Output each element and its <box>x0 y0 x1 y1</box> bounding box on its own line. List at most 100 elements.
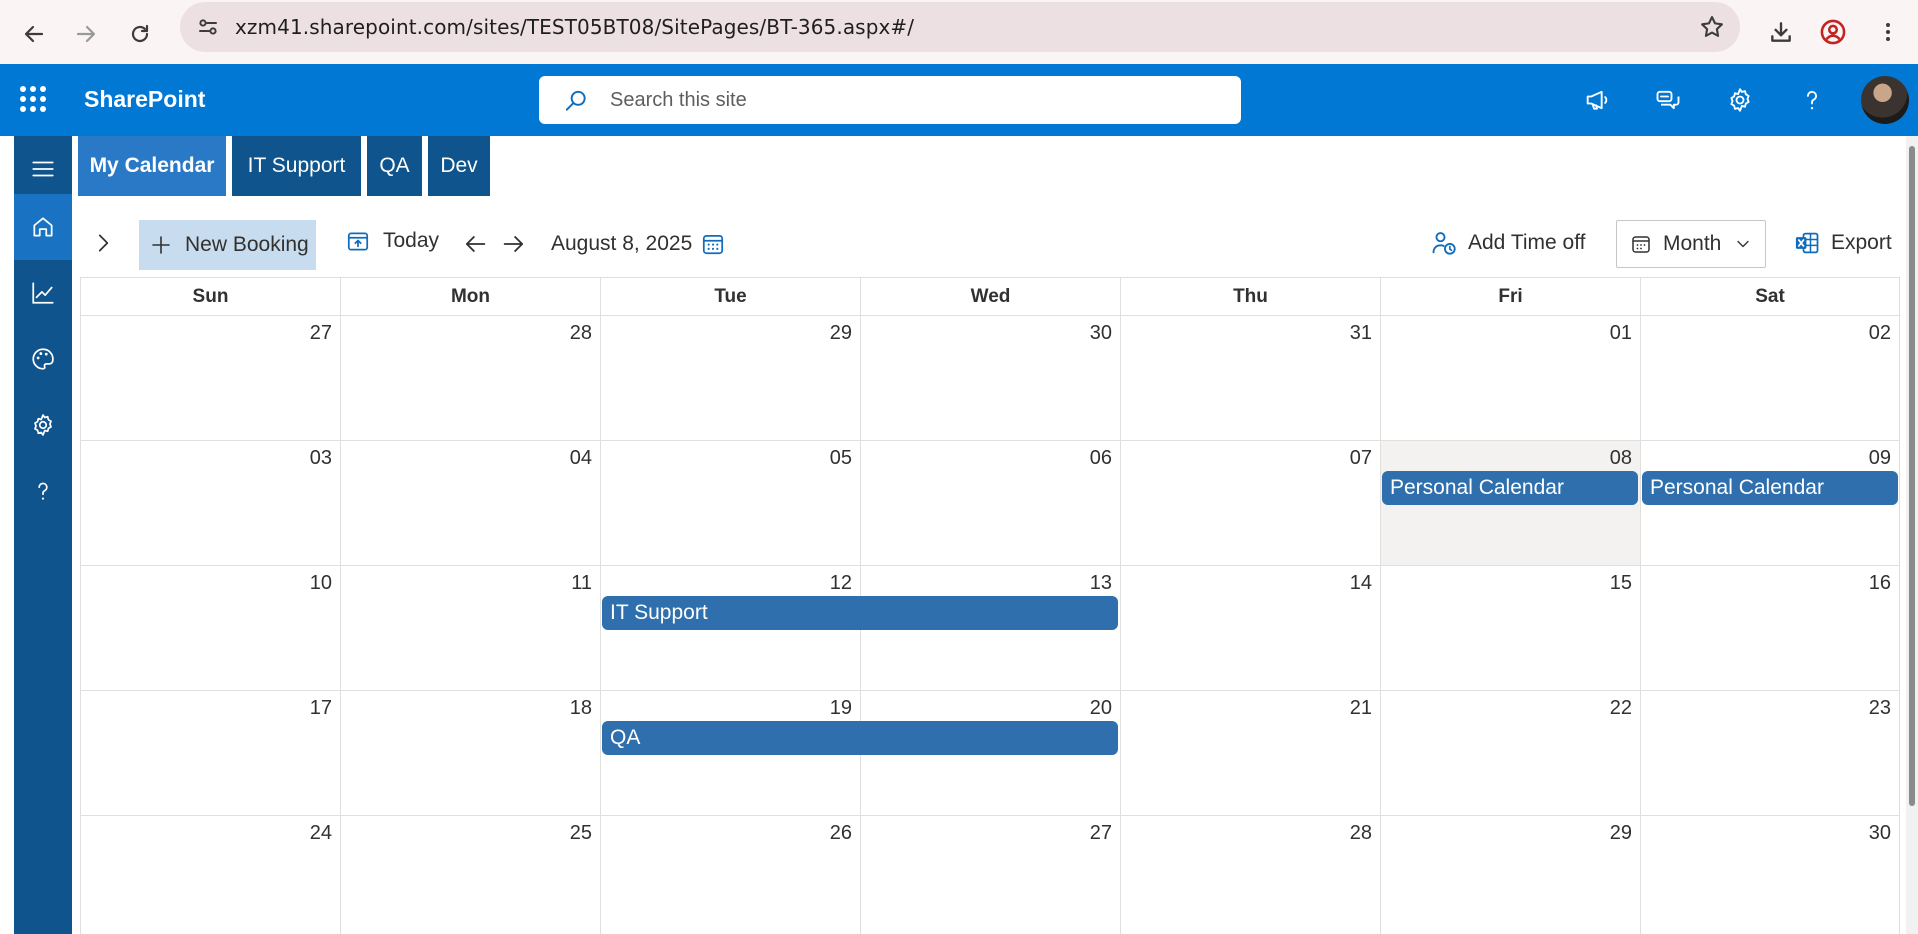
calendar-event[interactable]: IT Support <box>602 596 1118 630</box>
back-button[interactable] <box>12 12 56 56</box>
gear-icon <box>34 414 52 436</box>
day-number: 18 <box>569 697 592 719</box>
day-number: 08 <box>1609 447 1632 469</box>
day-number: 03 <box>309 447 332 469</box>
calendar-event[interactable]: QA <box>602 721 1118 755</box>
day-cell[interactable]: 21 <box>1120 691 1380 816</box>
day-number: 25 <box>569 822 592 844</box>
day-cell[interactable]: 23 <box>1640 691 1900 816</box>
day-cell[interactable]: 22 <box>1380 691 1640 816</box>
hamburger-icon <box>32 161 54 177</box>
day-cell[interactable]: 24 <box>80 816 340 934</box>
rail-item-theme[interactable] <box>14 326 72 392</box>
app-launcher-icon[interactable] <box>20 86 48 114</box>
day-cell[interactable]: 03 <box>80 441 340 566</box>
search-box[interactable]: Search this site <box>539 76 1241 124</box>
new-booking-button[interactable]: New Booking <box>139 220 316 270</box>
weekday-header-fri: Fri <box>1380 277 1640 316</box>
scrollbar-thumb[interactable] <box>1909 146 1915 806</box>
url-text[interactable]: xzm41.sharepoint.com/sites/TEST05BT08/Si… <box>235 15 914 39</box>
rail-item-help[interactable] <box>14 458 72 524</box>
day-cell[interactable]: 04 <box>340 441 600 566</box>
calendar-event[interactable]: Personal Calendar <box>1382 471 1638 505</box>
day-cell[interactable]: 17 <box>80 691 340 816</box>
browser-menu-button[interactable] <box>1866 10 1910 54</box>
day-number: 21 <box>1349 697 1372 719</box>
forward-button[interactable] <box>64 12 108 56</box>
day-cell[interactable]: 30 <box>860 316 1120 441</box>
settings-button[interactable] <box>1718 78 1762 122</box>
day-number: 16 <box>1868 572 1891 594</box>
teams-chat-button[interactable] <box>1646 78 1690 122</box>
search-input[interactable]: Search this site <box>610 89 747 112</box>
tab-my-calendar[interactable]: My Calendar <box>78 136 226 196</box>
calendar-event[interactable]: Personal Calendar <box>1642 471 1898 505</box>
view-select[interactable]: Month <box>1616 220 1766 268</box>
day-number: 24 <box>309 822 332 844</box>
rail-item-home[interactable] <box>14 194 72 260</box>
today-button[interactable]: Today <box>345 228 439 254</box>
day-number: 23 <box>1868 697 1891 719</box>
chevron-down-icon <box>1737 240 1750 248</box>
day-cell[interactable]: 29 <box>1380 816 1640 934</box>
chevron-right-icon <box>98 234 109 252</box>
day-number: 17 <box>309 697 332 719</box>
profile-button[interactable] <box>1811 10 1855 54</box>
day-cell[interactable]: 01 <box>1380 316 1640 441</box>
day-number: 29 <box>1609 822 1632 844</box>
arrow-right-icon <box>76 25 96 43</box>
day-number: 01 <box>1609 322 1632 344</box>
day-number: 28 <box>569 322 592 344</box>
address-bar[interactable]: xzm41.sharepoint.com/sites/TEST05BT08/Si… <box>180 2 1740 52</box>
next-button[interactable] <box>500 230 528 258</box>
day-number: 30 <box>1089 322 1112 344</box>
day-cell[interactable]: 26 <box>600 816 860 934</box>
day-cell[interactable]: 16 <box>1640 566 1900 691</box>
day-cell[interactable]: 14 <box>1120 566 1380 691</box>
download-button[interactable] <box>1759 10 1803 54</box>
day-cell[interactable]: 15 <box>1380 566 1640 691</box>
day-cell[interactable]: 06 <box>860 441 1120 566</box>
day-cell[interactable]: 18 <box>340 691 600 816</box>
export-button[interactable]: Export <box>1793 229 1892 257</box>
help-button[interactable] <box>1790 78 1834 122</box>
day-cell[interactable]: 25 <box>340 816 600 934</box>
day-number: 26 <box>829 822 852 844</box>
day-cell[interactable]: 02 <box>1640 316 1900 441</box>
rail-item-analytics[interactable] <box>14 260 72 326</box>
day-cell[interactable]: 30 <box>1640 816 1900 934</box>
day-cell[interactable]: 29 <box>600 316 860 441</box>
rail-menu-button[interactable] <box>14 136 72 202</box>
date-picker-button[interactable]: August 8, 2025 <box>551 231 726 257</box>
reload-button[interactable] <box>118 12 162 56</box>
day-cell[interactable]: 28 <box>340 316 600 441</box>
previous-button[interactable] <box>461 230 489 258</box>
day-number: 04 <box>569 447 592 469</box>
month-calendar: Sun Mon Tue Wed Thu Fri Sat 27 28 29 30 31 01 02 03 04 0… <box>80 277 1900 934</box>
expand-panel-button[interactable] <box>90 230 116 256</box>
day-cell[interactable]: 31 <box>1120 316 1380 441</box>
day-cell[interactable]: 07 <box>1120 441 1380 566</box>
add-time-off-button[interactable]: Add Time off <box>1430 229 1586 257</box>
day-cell[interactable]: 11 <box>340 566 600 691</box>
brand-title[interactable]: SharePoint <box>84 86 205 113</box>
tab-dev[interactable]: Dev <box>428 136 490 196</box>
palette-icon <box>32 348 54 370</box>
day-cell[interactable]: 27 <box>80 316 340 441</box>
day-cell[interactable]: 05 <box>600 441 860 566</box>
day-cell[interactable]: 27 <box>860 816 1120 934</box>
question-icon <box>38 482 48 500</box>
site-info-icon[interactable] <box>196 15 220 44</box>
rail-item-settings[interactable] <box>14 392 72 458</box>
day-cell[interactable]: 10 <box>80 566 340 691</box>
day-number: 31 <box>1349 322 1372 344</box>
profile-icon <box>1820 19 1846 45</box>
tab-it-support[interactable]: IT Support <box>232 136 361 196</box>
announcements-button[interactable] <box>1575 78 1619 122</box>
today-label: Today <box>383 229 440 252</box>
tab-qa[interactable]: QA <box>367 136 422 196</box>
avatar[interactable] <box>1861 76 1909 124</box>
export-label: Export <box>1831 231 1892 254</box>
bookmark-star-icon[interactable] <box>1698 13 1726 46</box>
day-cell[interactable]: 28 <box>1120 816 1380 934</box>
